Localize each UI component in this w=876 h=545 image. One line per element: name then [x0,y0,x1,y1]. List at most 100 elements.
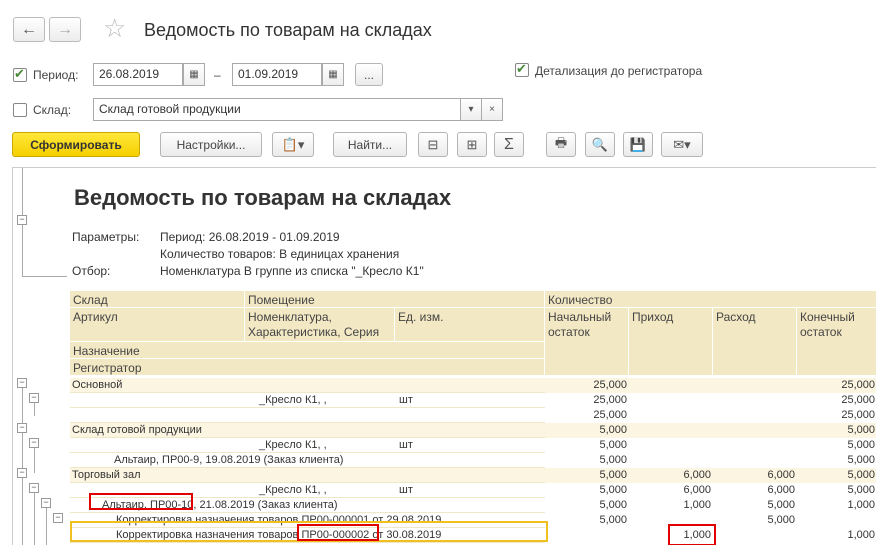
cell-nach [545,528,629,543]
period-select-button[interactable]: ... [355,63,383,86]
cell-nom [257,423,397,438]
find-button[interactable]: Найти... [333,132,407,157]
highlight-box [668,524,716,545]
collapse-icon[interactable]: − [41,498,51,508]
cell-prihod [629,393,713,408]
dropdown-icon[interactable]: ▾ [460,98,482,121]
cell-ed [397,498,537,513]
period-label: Период: [33,68,79,82]
warehouse-label: Склад: [33,103,72,117]
cell-rashod [713,438,797,453]
cell-kon [797,513,876,528]
cell-ed: шт [399,394,413,406]
table-row[interactable]: Склад готовой продукции 5,000 5,000 [70,423,876,438]
expand-groups-icon[interactable]: ⊞ [457,132,487,157]
cell-rashod [713,393,797,408]
print-icon[interactable]: 🖶 [546,132,576,157]
arrow-left-icon: ← [21,20,37,38]
cell-rashod [713,528,797,543]
collapse-icon[interactable]: − [29,393,39,403]
collapse-groups-icon[interactable]: ⊟ [418,132,448,157]
page-title: Ведомость по товарам на складах [144,20,432,40]
cell-kon: 5,000 [797,453,876,468]
cell-prihod [629,423,713,438]
preview-icon[interactable]: 🔍 [585,132,615,157]
cell-nach: 25,000 [545,378,629,393]
table-row[interactable]: _Кресло К1, , шт 25,000 25,000 [70,393,876,408]
date-from-field[interactable]: 26.08.2019 [93,63,183,86]
header-registrator: Регистратор [70,359,545,376]
generate-button[interactable]: Сформировать [12,132,140,157]
cell-nom: _Кресло К1, , [259,439,327,451]
collapse-icon[interactable]: − [17,215,27,225]
cell-nom [257,468,397,483]
back-button[interactable]: ← [13,17,45,42]
detail-label: Детализация до регистратора [535,64,703,78]
collapse-icon[interactable]: − [29,438,39,448]
favorite-star-icon[interactable]: ☆ [103,15,126,41]
header-artikul: Артикул [70,308,245,342]
collapse-icon[interactable]: − [17,423,27,433]
cell-kon: 1,000 [797,528,876,543]
cell-prihod: 6,000 [629,483,713,498]
cell-rashod: 5,000 [713,498,797,513]
cell-ed [397,408,537,423]
table-row[interactable]: _Кресло К1, , шт 5,000 5,000 [70,438,876,453]
highlight-box [297,524,379,541]
collapse-icon[interactable]: − [29,483,39,493]
calendar-to-icon[interactable]: ▦ [322,63,344,86]
header-ed: Ед. изм. [395,308,545,342]
table-row[interactable]: 25,000 25,000 [70,408,876,423]
header-kon: Конечный остаток [797,308,876,376]
cell-nach: 25,000 [545,408,629,423]
clipboard-icon: 📋▾ [281,136,305,152]
cell-ed: шт [399,439,413,451]
save-icon[interactable]: 💾 [623,132,653,157]
table-row[interactable]: Торговый зал 5,000 6,000 6,000 5,000 [70,468,876,483]
cell-rashod: 6,000 [713,483,797,498]
period-checkbox[interactable] [13,66,27,82]
cell-ed [397,468,537,483]
cell-nom: _Кресло К1, , [259,484,327,496]
cell-rashod: 6,000 [713,468,797,483]
collapse-icon[interactable]: − [53,513,63,523]
sum-icon[interactable]: Σ [494,132,524,157]
header-naznachenie: Назначение [70,342,545,359]
warehouse-checkbox[interactable] [13,103,27,117]
cell-nom [257,498,397,513]
cell-prihod: 6,000 [629,468,713,483]
cell-nach: 5,000 [545,513,629,528]
calendar-from-icon[interactable]: ▦ [183,63,205,86]
cell-nom [257,453,397,468]
filter-label: Отбор: [72,264,111,278]
cell-ed [397,423,537,438]
table-row[interactable]: Альтаир, ПР00-9, 19.08.2019 (Заказ клиен… [70,453,876,468]
date-dash: – [214,68,221,82]
cell-rashod [713,453,797,468]
cell-rashod: 5,000 [713,513,797,528]
collapse-icon[interactable]: − [17,378,27,388]
tree-line [22,383,23,545]
forward-button[interactable]: → [49,17,81,42]
cell-nach: 5,000 [545,498,629,513]
cell-kon: 25,000 [797,408,876,423]
detail-checkbox[interactable] [515,61,529,77]
cell-kon: 25,000 [797,393,876,408]
collapse-icon[interactable]: − [17,468,27,478]
header-kolichestvo: Количество [545,291,876,308]
cell-prihod [629,453,713,468]
variant-menu-button[interactable]: 📋▾ [272,132,314,157]
date-to-field[interactable]: 01.09.2019 [232,63,322,86]
send-mail-icon[interactable]: ✉▾ [661,132,703,157]
table-row[interactable]: Основной 25,000 25,000 [70,378,876,393]
settings-button[interactable]: Настройки... [160,132,262,157]
filter-value: Номенклатура В группе из списка "_Кресло… [160,264,424,278]
cell-nom [257,408,397,423]
cell-prihod: 1,000 [629,498,713,513]
cell-nach: 5,000 [545,483,629,498]
header-rashod: Расход [713,308,797,376]
cell-kon: 25,000 [797,378,876,393]
warehouse-field[interactable]: Склад готовой продукции [93,98,461,121]
clear-icon[interactable]: × [481,98,503,121]
tree-line [34,488,35,545]
